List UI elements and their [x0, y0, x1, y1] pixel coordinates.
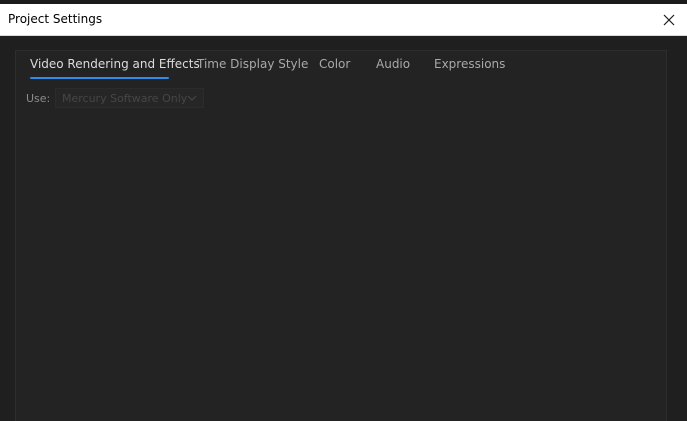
chevron-down-icon: [187, 95, 197, 101]
tab-label: Color: [319, 57, 351, 71]
renderer-select[interactable]: Mercury Software Only: [55, 88, 204, 108]
close-button[interactable]: [656, 10, 682, 30]
tab-label: Expressions: [434, 57, 506, 71]
project-settings-dialog: Project Settings Video Rendering and Eff…: [0, 0, 687, 421]
use-label: Use:: [26, 92, 51, 105]
tab-audio[interactable]: Audio: [376, 56, 410, 72]
dialog-title: Project Settings: [8, 12, 103, 26]
tab-label: Audio: [376, 57, 411, 71]
titlebar: Project Settings: [0, 4, 687, 36]
tab-expressions[interactable]: Expressions: [434, 56, 505, 72]
tab-color[interactable]: Color: [319, 56, 350, 72]
tab-time-display-style[interactable]: Time Display Style: [197, 56, 308, 72]
close-icon: [663, 14, 675, 26]
tab-label: Time Display Style: [197, 57, 309, 71]
active-tab-indicator: [30, 77, 169, 79]
renderer-select-value: Mercury Software Only: [62, 92, 188, 105]
tab-label: Video Rendering and Effects: [30, 57, 200, 71]
tab-video-rendering-and-effects[interactable]: Video Rendering and Effects: [30, 56, 200, 79]
